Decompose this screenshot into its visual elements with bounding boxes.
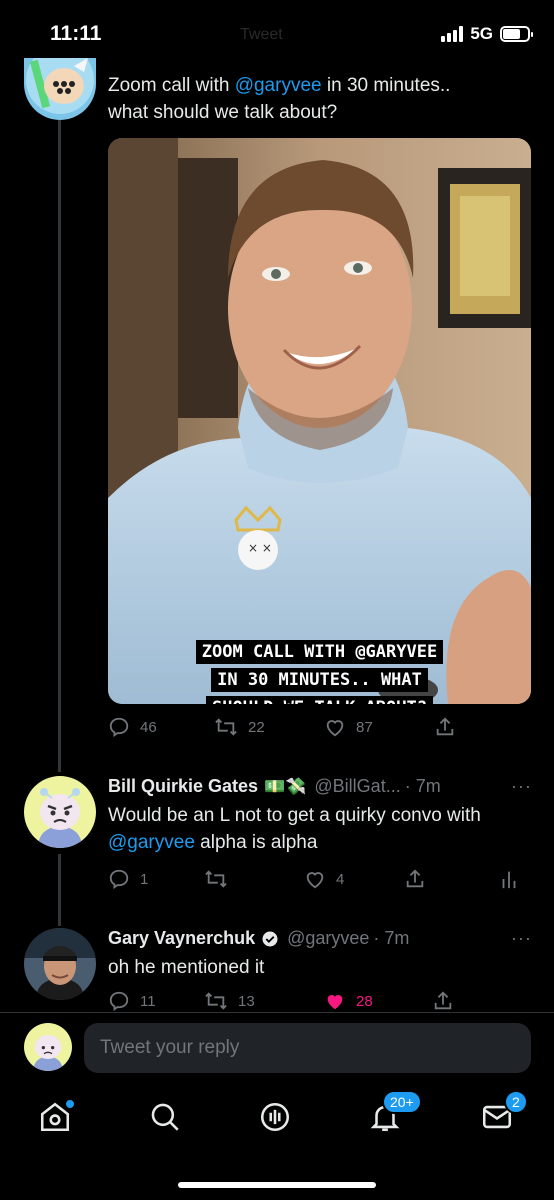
tweet-text-start: Zoom call with <box>108 75 235 96</box>
mention-link[interactable]: @garyvee <box>108 832 195 853</box>
thread-line <box>58 120 61 772</box>
tweet-text: Zoom call with @garyvee in 30 minutes.. … <box>108 72 538 126</box>
like-button[interactable]: 4 <box>304 868 404 890</box>
tweet-text-end: in 30 minutes.. <box>321 75 451 96</box>
tweet-text-line: what should we talk about? <box>108 102 338 123</box>
user-handle[interactable]: @BillGat... <box>314 776 400 797</box>
retweet-count: 13 <box>238 992 255 1010</box>
faded-header-title: Tweet <box>240 26 283 43</box>
heart-icon <box>306 872 324 889</box>
tweet-media[interactable]: × × ZOOM CALL WITH @GARYVEE IN 30 MINUTE… <box>108 138 531 704</box>
tweet-time: · 7m <box>373 928 410 948</box>
like-count: 87 <box>356 718 373 736</box>
share-icon <box>436 717 454 736</box>
home-indicator[interactable] <box>178 1182 376 1188</box>
tweet-header: Bill Quirkie Gates 💵💸 @BillGat... · 7m <box>108 776 441 797</box>
messages-badge: 2 <box>504 1090 528 1114</box>
media-caption: ZOOM CALL WITH @GARYVEE IN 30 MINUTES.. … <box>108 640 531 704</box>
reply-input[interactable]: Tweet your reply <box>84 1023 531 1073</box>
like-count: 4 <box>336 870 345 888</box>
tweet-text: oh he mentioned it <box>108 954 538 981</box>
caption-line: ZOOM CALL WITH @GARYVEE <box>195 640 444 664</box>
mention-link[interactable]: @garyvee <box>235 75 322 96</box>
notifications-badge: 20+ <box>382 1090 422 1114</box>
tweet-text-line: oh he mentioned it <box>108 957 265 978</box>
signal-icon <box>441 26 464 42</box>
reply-icon <box>109 717 129 738</box>
more-options-icon[interactable]: ··· <box>511 776 532 797</box>
retweet-icon <box>215 718 237 736</box>
heart-icon <box>326 720 344 737</box>
nav-search[interactable] <box>148 1100 188 1140</box>
avatar[interactable] <box>24 58 96 120</box>
reply-icon <box>109 991 129 1012</box>
share-button[interactable] <box>432 990 454 1012</box>
retweet-button[interactable]: 22 <box>214 716 324 738</box>
like-count: 28 <box>356 992 373 1010</box>
photo-image: × × <box>108 138 531 704</box>
nav-spaces[interactable] <box>258 1100 298 1140</box>
retweet-icon <box>205 870 227 888</box>
retweet-button[interactable] <box>204 868 304 890</box>
tweet-actions: 46 22 87 <box>108 716 456 738</box>
nav-notifications[interactable]: 20+ <box>368 1090 422 1140</box>
caption-line: SHOULD WE TALK ABOUT? <box>206 696 433 704</box>
nav-messages[interactable]: 2 <box>480 1090 528 1140</box>
retweet-button[interactable]: 13 <box>204 990 324 1012</box>
status-icons: 5G <box>441 24 533 44</box>
retweet-icon <box>205 992 227 1010</box>
share-button[interactable] <box>404 868 500 890</box>
retweet-count: 22 <box>248 718 265 736</box>
reply-count: 1 <box>140 870 149 888</box>
search-icon <box>151 1103 179 1131</box>
network-label: 5G <box>470 24 493 43</box>
reply-button[interactable]: 11 <box>108 990 204 1012</box>
spaces-icon <box>260 1102 290 1132</box>
avatar[interactable] <box>24 928 96 1000</box>
reply-count: 11 <box>140 992 156 1010</box>
reply-bar: Tweet your reply <box>0 1012 554 1084</box>
heart-filled-icon <box>327 995 343 1010</box>
thread-line <box>58 854 61 926</box>
reply-button[interactable]: 46 <box>108 716 214 738</box>
name-emoji: 💵💸 <box>264 776 307 796</box>
display-name[interactable]: Bill Quirkie Gates <box>108 776 258 797</box>
nav-home[interactable] <box>38 1100 78 1140</box>
tweet-time: · 7m <box>404 776 441 796</box>
tweet-text: Would be an L not to get a quirky convo … <box>108 802 538 856</box>
my-avatar[interactable] <box>24 1023 72 1071</box>
tweet-text-line: Would be an L not to get a quirky convo … <box>108 805 481 826</box>
like-button[interactable]: 28 <box>324 990 432 1012</box>
analytics-icon <box>502 871 516 889</box>
user-handle[interactable]: @garyvee <box>287 928 369 949</box>
reply-icon <box>109 869 129 890</box>
tweet-header: Gary Vaynerchuk @garyvee · 7m <box>108 928 409 949</box>
tweet-actions: 1 4 <box>108 868 518 890</box>
share-button[interactable] <box>434 716 456 738</box>
more-options-icon[interactable]: ··· <box>511 928 532 949</box>
reply-count: 46 <box>140 718 157 736</box>
unread-dot <box>66 1100 74 1108</box>
share-icon <box>434 991 452 1010</box>
reply-button[interactable]: 1 <box>108 868 204 890</box>
svg-text:× ×: × × <box>248 541 272 555</box>
tweet-actions: 11 13 28 <box>108 990 454 1012</box>
share-icon <box>406 869 424 888</box>
display-name[interactable]: Gary Vaynerchuk <box>108 928 255 949</box>
verified-icon <box>262 931 278 946</box>
tweet-text-end: alpha is alpha <box>194 832 318 853</box>
caption-line: IN 30 MINUTES.. WHAT <box>211 668 428 692</box>
status-time: 11:11 <box>50 22 102 45</box>
avatar[interactable] <box>24 776 96 848</box>
battery-icon <box>500 26 533 42</box>
like-button[interactable]: 87 <box>324 716 434 738</box>
status-bar: 11:11 Tweet 5G <box>0 0 554 66</box>
analytics-button[interactable] <box>500 868 518 890</box>
